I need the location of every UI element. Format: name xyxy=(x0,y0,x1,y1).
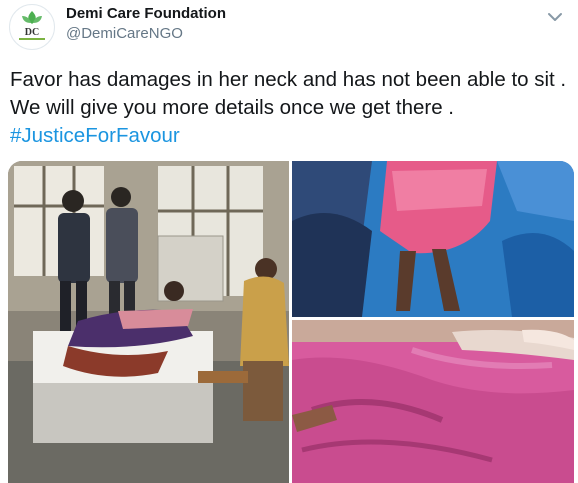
avatar-initials: DC xyxy=(25,27,39,38)
photo-hospital-ward[interactable] xyxy=(8,161,289,483)
pink-dress-image xyxy=(292,161,574,317)
photo-pink-dress[interactable] xyxy=(292,161,574,317)
tweet-text: Favor has damages in her neck and has no… xyxy=(10,66,570,150)
avatar-logo: DC xyxy=(19,11,45,40)
hashtag-link[interactable]: #JusticeForFavour xyxy=(10,124,180,147)
media-grid xyxy=(8,161,574,483)
chevron-down-icon xyxy=(548,13,562,21)
author-name[interactable]: Demi Care Foundation xyxy=(66,5,226,22)
tweet-body: Favor has damages in her neck and has no… xyxy=(10,68,567,119)
author-handle[interactable]: @DemiCareNGO xyxy=(66,25,183,42)
pink-blanket-image xyxy=(292,320,574,483)
hospital-ward-image xyxy=(8,161,289,483)
tweet-menu-button[interactable] xyxy=(544,6,566,28)
photo-pink-blanket[interactable] xyxy=(292,320,574,483)
author-avatar[interactable]: DC xyxy=(9,4,55,50)
